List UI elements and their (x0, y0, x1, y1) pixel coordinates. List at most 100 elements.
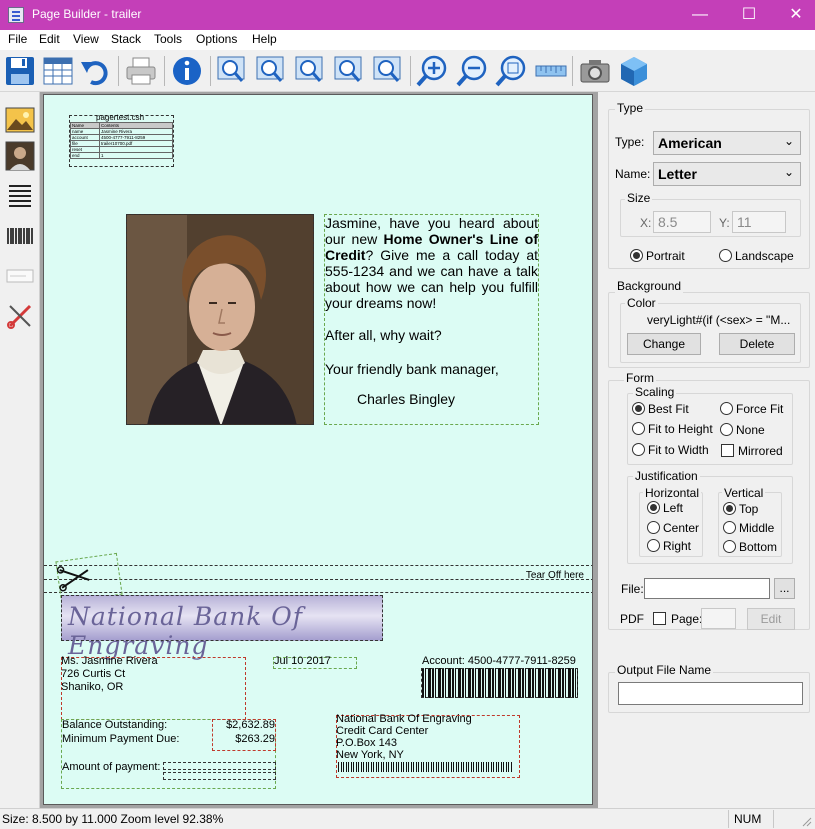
portrait-label: Portrait (646, 249, 685, 263)
resize-grip-icon[interactable] (800, 815, 812, 827)
size-y-field[interactable]: 11 (732, 211, 786, 233)
bank-logo[interactable]: National Bank Of Engraving (61, 595, 383, 660)
center-label: Center (663, 521, 700, 535)
zoom-out-icon[interactable] (455, 54, 489, 88)
portrait-image-icon[interactable] (4, 140, 36, 172)
tear-off-line (44, 579, 592, 580)
color-group-label: Color (625, 296, 658, 310)
window-title: Page Builder - trailer (32, 7, 142, 21)
remit-line: P.O.Box 143 (336, 737, 397, 749)
left-label: Left (663, 501, 684, 515)
toolbar (0, 50, 815, 92)
mirrored-checkbox[interactable] (721, 444, 734, 457)
letter-text-box[interactable]: Jasmine, have you heard about our new Ho… (324, 214, 539, 425)
cube-icon[interactable] (617, 54, 651, 88)
toolbar-separator (572, 56, 573, 86)
force-fit-radio[interactable] (720, 402, 733, 415)
remit-line: New York, NY (336, 749, 404, 761)
mirrored-label: Mirrored (738, 444, 783, 458)
object-tool-strip (0, 92, 40, 808)
file-input[interactable] (644, 578, 770, 599)
menu-options[interactable]: Options (196, 32, 237, 46)
table-icon[interactable] (41, 54, 75, 88)
vertical-group-label: Vertical (722, 486, 766, 500)
name-select[interactable]: Letter ⌄ (653, 162, 801, 186)
amount-of-payment-field[interactable] (163, 762, 276, 770)
tear-off-strip[interactable]: Tear Off here (44, 565, 592, 593)
landscape-radio[interactable] (719, 249, 732, 262)
best-fit-radio[interactable] (632, 402, 645, 415)
size-x-field[interactable]: 8.5 (653, 211, 711, 233)
portrait-photo[interactable] (126, 214, 314, 425)
output-file-name-input[interactable] (618, 682, 803, 705)
address-line: Ms. Jasmine Rivera (61, 655, 158, 667)
info-icon[interactable] (170, 54, 204, 88)
save-icon[interactable] (3, 54, 37, 88)
document-page[interactable]: pagertest.csh Name Contents name Jasmine R… (43, 94, 593, 805)
none-radio[interactable] (720, 423, 733, 436)
amount-of-payment-label: Amount of payment: (62, 761, 161, 773)
account-number: Account: 4500-4777-7911-8259 (422, 655, 576, 667)
pdf-page-field[interactable] (701, 608, 736, 629)
edit-pdf-button[interactable]: Edit (747, 608, 795, 630)
center-radio[interactable] (647, 521, 660, 534)
zoom-page-3-icon[interactable] (292, 54, 326, 88)
fit-to-height-radio[interactable] (632, 422, 645, 435)
fit-to-height-label: Fit to Height (648, 422, 713, 436)
toolbar-separator (210, 56, 211, 86)
left-radio[interactable] (647, 501, 660, 514)
camera-icon[interactable] (578, 54, 612, 88)
menu-help[interactable]: Help (252, 32, 277, 46)
text-lines-icon[interactable] (4, 180, 36, 212)
bottom-radio[interactable] (723, 540, 736, 553)
bank-logo-text: National Bank Of Engraving (68, 602, 304, 660)
zoom-page-4-icon[interactable] (331, 54, 365, 88)
cut-tool-icon[interactable] (4, 300, 36, 332)
zoom-page-5-icon[interactable] (370, 54, 404, 88)
fit-to-width-radio[interactable] (632, 443, 645, 456)
close-button[interactable]: ✕ (773, 0, 815, 30)
balance-label: Balance Outstanding: (62, 719, 168, 731)
barcode-icon[interactable] (4, 220, 36, 252)
middle-radio[interactable] (723, 521, 736, 534)
top-radio[interactable] (723, 502, 736, 515)
address-text: Ms. Jasmine Rivera 726 Curtis Ct Shaniko… (61, 655, 158, 694)
blank-field-icon[interactable] (4, 260, 36, 292)
letter-paragraph-1: Jasmine, have you heard about our new Ho… (325, 215, 538, 311)
right-radio[interactable] (647, 539, 660, 552)
ruler-icon[interactable] (534, 54, 568, 88)
undo-icon[interactable] (79, 54, 113, 88)
portrait-radio[interactable] (630, 249, 643, 262)
change-color-button[interactable]: Change (627, 333, 701, 355)
remit-address-text: National Bank Of Engraving Credit Card C… (336, 713, 472, 761)
field-data-table[interactable]: pagertest.csh Name Contents name Jasmine R… (69, 113, 174, 167)
menu-view[interactable]: View (73, 32, 99, 46)
minimize-button[interactable]: — (677, 0, 723, 30)
zoom-page-2-icon[interactable] (253, 54, 287, 88)
output-group-label: Output File Name (615, 663, 714, 677)
date-box[interactable]: Jul 10 2017 (273, 655, 357, 669)
amount-of-payment-field-2[interactable] (163, 772, 276, 780)
scissors-icon (56, 566, 90, 592)
landscape-image-icon[interactable] (4, 104, 36, 136)
type-select[interactable]: American ⌄ (653, 131, 801, 155)
maximize-button[interactable]: ☐ (726, 0, 772, 30)
browse-file-button[interactable]: ... (774, 578, 795, 599)
print-icon[interactable] (124, 54, 158, 88)
menu-file[interactable]: File (8, 32, 27, 46)
menu-stack[interactable]: Stack (111, 32, 141, 46)
pdf-checkbox[interactable] (653, 612, 666, 625)
delete-color-button[interactable]: Delete (719, 333, 795, 355)
canvas-area[interactable]: pagertest.csh Name Contents name Jasmine R… (40, 92, 598, 808)
menu-tools[interactable]: Tools (154, 32, 182, 46)
zoom-fit-icon[interactable] (494, 54, 528, 88)
form-group-label: Form (624, 371, 656, 385)
zoom-in-icon[interactable] (415, 54, 449, 88)
zoom-page-1-icon[interactable] (214, 54, 248, 88)
menu-edit[interactable]: Edit (39, 32, 60, 46)
account-barcode[interactable] (421, 668, 578, 698)
table-cell: 1 (99, 152, 173, 159)
right-label: Right (663, 539, 692, 553)
best-fit-label: Best Fit (648, 402, 689, 416)
min-payment-label: Minimum Payment Due: (62, 733, 180, 745)
